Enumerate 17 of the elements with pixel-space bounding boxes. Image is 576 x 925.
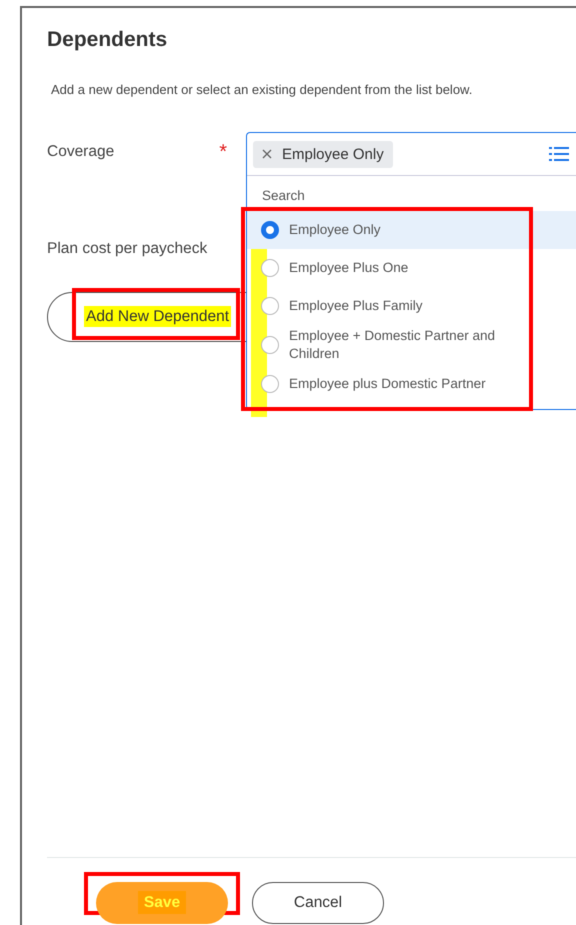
selected-chip[interactable]: Employee Only [253, 140, 393, 168]
field-label: Plan cost per paycheck [47, 240, 208, 258]
option-row[interactable]: Employee Plus One [247, 249, 576, 287]
radio-button[interactable] [261, 336, 279, 354]
radio-button[interactable] [261, 297, 279, 315]
option-row[interactable]: Employee plus Domestic Partner [247, 365, 576, 403]
footer-button[interactable]: Cancel [252, 882, 384, 924]
list-icon[interactable] [549, 146, 569, 162]
field-label: Coverage [47, 143, 114, 161]
option-row[interactable]: Employee Only [247, 211, 576, 249]
radio-button[interactable] [261, 221, 279, 239]
close-icon[interactable] [262, 149, 272, 159]
required-mark: * [219, 140, 228, 164]
page-title: Dependents [47, 28, 168, 52]
description-text: Add a new dependent or select an existing dependent from the list below. [51, 82, 474, 97]
radio-button[interactable] [261, 259, 279, 277]
radio-button[interactable] [261, 375, 279, 393]
